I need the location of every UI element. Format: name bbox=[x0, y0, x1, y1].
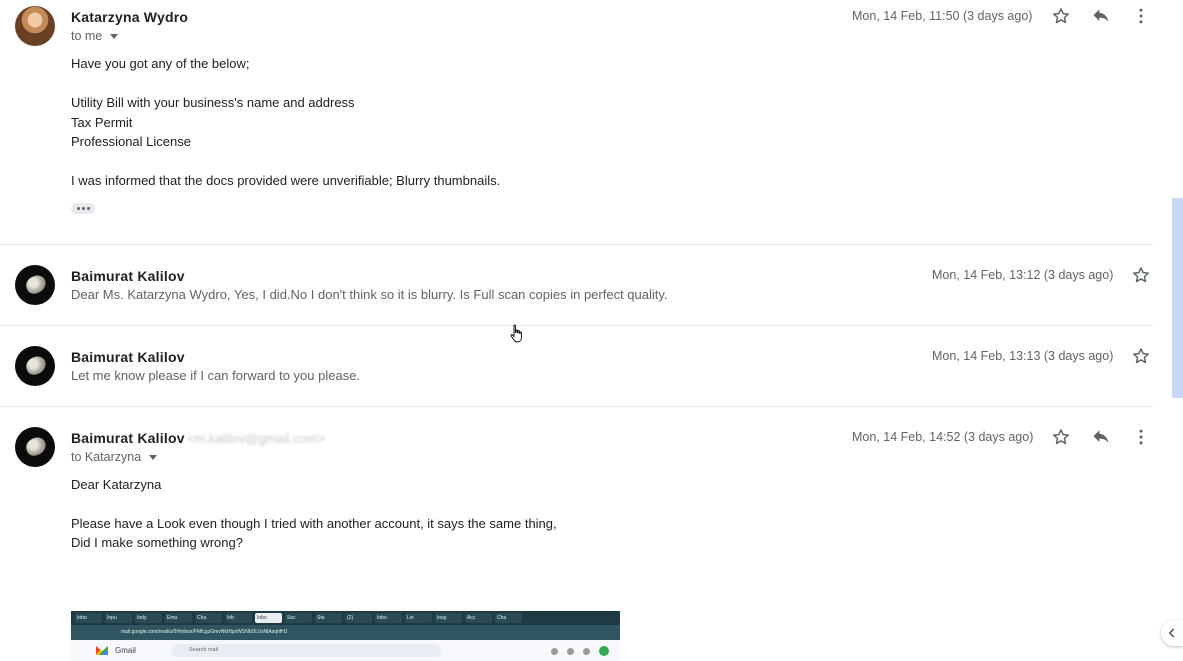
star-icon[interactable] bbox=[1130, 264, 1152, 286]
message-snippet: Dear Ms. Katarzyna Wydro, Yes, I did.No … bbox=[71, 287, 668, 302]
star-icon[interactable] bbox=[1130, 345, 1152, 367]
reply-icon[interactable] bbox=[1090, 426, 1112, 448]
browser-tab: Emu bbox=[165, 613, 192, 623]
browser-tab: Inbo bbox=[255, 613, 282, 623]
message-body-line: Professional License bbox=[71, 134, 191, 149]
sender-email: <m.kalilov@gmail.com> bbox=[187, 431, 326, 446]
recipient-label: to me bbox=[71, 29, 103, 43]
reply-icon[interactable] bbox=[1090, 5, 1112, 27]
caret-down-icon bbox=[110, 34, 119, 40]
more-vert-icon[interactable] bbox=[1130, 426, 1152, 448]
browser-tab: Sta bbox=[315, 613, 342, 623]
browser-tab: Acc bbox=[465, 613, 492, 623]
hand-cursor-icon bbox=[510, 324, 522, 343]
browser-tab: Insp bbox=[435, 613, 462, 623]
ellipsis-icon bbox=[76, 207, 80, 210]
browser-tab: Inbo bbox=[375, 613, 402, 623]
account-avatar bbox=[599, 646, 609, 656]
browser-tab: (2) bbox=[345, 613, 372, 623]
gmail-search-placeholder: Search mail bbox=[189, 647, 219, 653]
sender-avatar[interactable] bbox=[15, 6, 55, 46]
browser-url-bar: mail.google.com/mail/u/0/#inbox/FMfcgzGm… bbox=[71, 625, 620, 640]
sender-avatar[interactable] bbox=[15, 427, 55, 467]
gmail-app-bar: Gmail Search mail bbox=[71, 640, 620, 661]
message-divider bbox=[0, 406, 1153, 407]
browser-tab-strip: Inbo Inpu Indy Emu Cha Inb Inbo Sec Sta (2) Inbo Li… bbox=[71, 611, 620, 625]
browser-tab: Sec bbox=[285, 613, 312, 623]
gmail-logo-icon bbox=[96, 646, 108, 655]
chevron-left-icon[interactable] bbox=[1161, 620, 1183, 646]
sender-avatar[interactable] bbox=[15, 265, 55, 305]
sender-avatar[interactable] bbox=[15, 346, 55, 386]
star-icon[interactable] bbox=[1050, 5, 1072, 27]
sender-name[interactable]: Katarzyna Wydro bbox=[71, 9, 188, 25]
gmail-app-name: Gmail bbox=[115, 646, 136, 655]
recipient-details-toggle[interactable]: to me bbox=[71, 29, 119, 43]
message-body-line: Did I make something wrong? bbox=[71, 535, 243, 550]
recipient-details-toggle[interactable]: to Katarzyna bbox=[71, 450, 158, 464]
browser-url: mail.google.com/mail/u/0/#inbox/FMfcgzGm… bbox=[121, 629, 288, 635]
apps-icon bbox=[583, 648, 590, 655]
message-date: Mon, 14 Feb, 13:13 (3 days ago) bbox=[932, 349, 1114, 363]
scrollbar-thumb[interactable] bbox=[1172, 198, 1183, 398]
message-body-line: Please have a Look even though I tried w… bbox=[71, 516, 557, 531]
browser-tab: Cha bbox=[195, 613, 222, 623]
message-body-line: Dear Katarzyna bbox=[71, 477, 162, 492]
browser-tab: Lin bbox=[405, 613, 432, 623]
message-body-line: Utility Bill with your business's name a… bbox=[71, 95, 355, 110]
more-vert-icon[interactable] bbox=[1130, 5, 1152, 27]
collapsed-message[interactable]: Baimurat Kalilov Dear Ms. Katarzyna Wydr… bbox=[0, 245, 1153, 325]
help-icon bbox=[551, 648, 558, 655]
sender-name[interactable]: Baimurat Kalilov bbox=[71, 430, 185, 446]
message-snippet: Let me know please if I can forward to y… bbox=[71, 368, 361, 383]
message-body-line: I was informed that the docs provided we… bbox=[71, 173, 501, 188]
sender-name: Baimurat Kalilov bbox=[71, 349, 185, 365]
show-trimmed-content-button[interactable] bbox=[71, 203, 95, 214]
email-thread: Katarzyna Wydro to me Mon, 14 Feb, 11:50… bbox=[0, 0, 1153, 661]
browser-tab: Cha bbox=[495, 613, 522, 623]
message-date: Mon, 14 Feb, 14:52 (3 days ago) bbox=[852, 430, 1034, 444]
message-date: Mon, 14 Feb, 13:12 (3 days ago) bbox=[932, 268, 1114, 282]
caret-down-icon bbox=[149, 455, 158, 461]
message-body-line: Tax Permit bbox=[71, 115, 133, 130]
browser-tab: Indy bbox=[135, 613, 162, 623]
recipient-label: to Katarzyna bbox=[71, 450, 142, 464]
browser-tab: Inpu bbox=[105, 613, 132, 623]
browser-tab: Inbo bbox=[75, 613, 102, 623]
star-icon[interactable] bbox=[1050, 426, 1072, 448]
inline-image-attachment[interactable]: Inbo Inpu Indy Emu Cha Inb Inbo Sec Sta (2) Inbo Li… bbox=[71, 611, 620, 661]
sender-name: Baimurat Kalilov bbox=[71, 268, 185, 284]
browser-tab: Inb bbox=[225, 613, 252, 623]
collapsed-message[interactable]: Baimurat Kalilov Let me know please if I… bbox=[0, 326, 1153, 406]
message-body-line: Have you got any of the below; bbox=[71, 56, 250, 71]
settings-icon bbox=[567, 648, 574, 655]
message-date: Mon, 14 Feb, 11:50 (3 days ago) bbox=[852, 9, 1033, 23]
